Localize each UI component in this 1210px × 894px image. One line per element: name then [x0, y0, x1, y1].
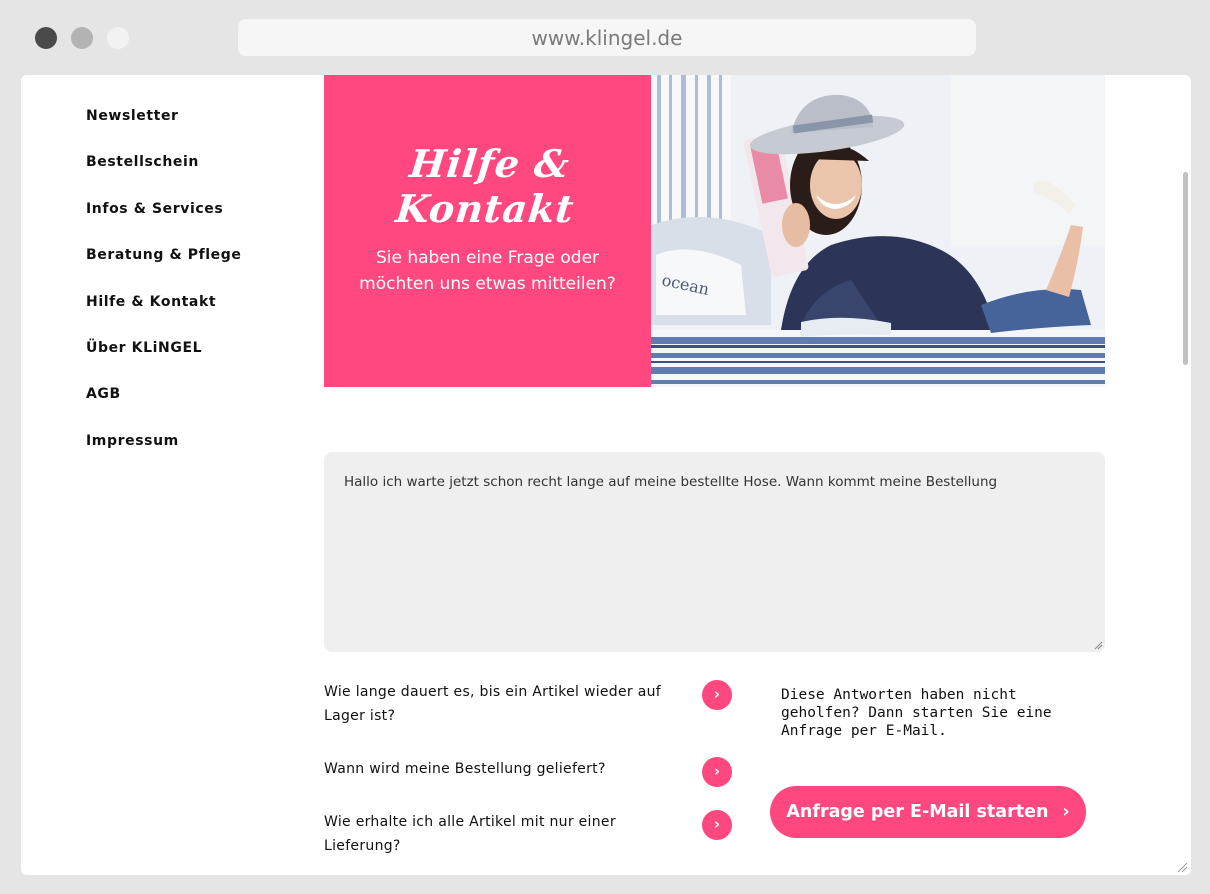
- scrollbar-thumb[interactable]: [1183, 172, 1188, 365]
- sidebar-item-newsletter[interactable]: Newsletter: [86, 108, 241, 154]
- faq-question-1-line-2: Lager ist?: [324, 708, 396, 724]
- faq-question-3-line-1: Wie erhalte ich alle Artikel mit nur ein…: [324, 814, 616, 830]
- sidebar-item-hilfe-kontakt[interactable]: Hilfe & Kontakt: [86, 294, 241, 340]
- hero-subtitle: Sie haben eine Frage oder möchten uns et…: [344, 245, 631, 297]
- hero-photo: ocean: [651, 75, 1105, 387]
- chevron-right-icon: ›: [1062, 802, 1070, 822]
- sidebar-item-beratung-pflege[interactable]: Beratung & Pflege: [86, 247, 241, 293]
- hero-title: Hilfe & Kontakt: [393, 141, 577, 231]
- chevron-right-icon[interactable]: ›: [702, 810, 732, 840]
- page-viewport: Newsletter Bestellschein Infos & Service…: [21, 75, 1191, 875]
- helper-text-line-2: geholfen? Dann starten Sie eine: [781, 705, 1052, 721]
- window-maximize-dot[interactable]: [107, 27, 129, 49]
- sidebar-item-impressum[interactable]: Impressum: [86, 433, 241, 479]
- hero-banner: Hilfe & Kontakt Sie haben eine Frage ode…: [324, 75, 651, 387]
- faq-question-3-line-2: Lieferung?: [324, 838, 401, 854]
- message-text: Hallo ich warte jetzt schon recht lange …: [344, 474, 998, 490]
- window-close-dot[interactable]: [35, 27, 57, 49]
- email-request-button[interactable]: Anfrage per E-Mail starten ›: [770, 786, 1086, 838]
- hero-subtitle-line-2: möchten uns etwas mitteilen?: [359, 274, 616, 294]
- faq-question-1: Wie lange dauert es, bis ein Artikel wie…: [324, 680, 674, 728]
- sidebar-item-agb[interactable]: AGB: [86, 386, 241, 432]
- address-bar[interactable]: www.klingel.de: [238, 19, 976, 56]
- faq-question-2-line-1: Wann wird meine Bestellung geliefert?: [324, 761, 606, 777]
- hero-subtitle-line-1: Sie haben eine Frage oder: [375, 248, 600, 268]
- email-request-button-label: Anfrage per E-Mail starten: [786, 802, 1049, 822]
- helper-text-line-1: Diese Antworten haben nicht: [781, 687, 1017, 703]
- window-resize-icon[interactable]: [1176, 861, 1188, 873]
- sidebar-item-ueber-klingel[interactable]: Über KLiNGEL: [86, 340, 241, 386]
- sidebar-nav: Newsletter Bestellschein Infos & Service…: [86, 108, 241, 479]
- chevron-right-icon[interactable]: ›: [702, 757, 732, 787]
- faq-question-2: Wann wird meine Bestellung geliefert?: [324, 757, 674, 781]
- window-minimize-dot[interactable]: [71, 27, 93, 49]
- message-textarea[interactable]: Hallo ich warte jetzt schon recht lange …: [324, 452, 1105, 652]
- chevron-right-icon[interactable]: ›: [702, 680, 732, 710]
- sidebar-item-infos-services[interactable]: Infos & Services: [86, 201, 241, 247]
- textarea-resize-icon[interactable]: [1093, 640, 1103, 650]
- helper-text: Diese Antworten haben nicht geholfen? Da…: [781, 686, 1071, 740]
- faq-question-1-line-1: Wie lange dauert es, bis ein Artikel wie…: [324, 684, 661, 700]
- helper-text-line-3: Anfrage per E-Mail.: [781, 723, 947, 739]
- faq-question-3: Wie erhalte ich alle Artikel mit nur ein…: [324, 810, 674, 858]
- sidebar-item-bestellschein[interactable]: Bestellschein: [86, 154, 241, 200]
